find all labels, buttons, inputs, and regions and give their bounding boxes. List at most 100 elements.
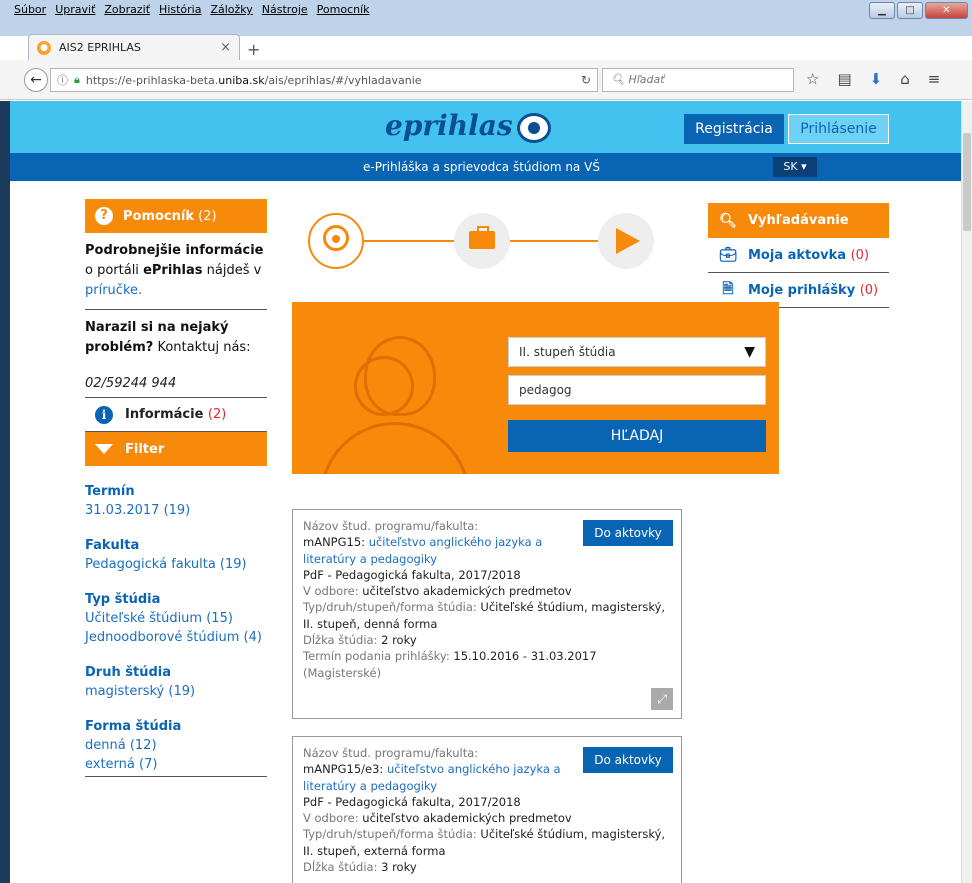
url-bar[interactable]: ⓘ 🔒︎ https://e-prihlaska-beta.uniba.sk/a…	[50, 68, 598, 92]
menu-item-zobrazit[interactable]: Zobraziť	[104, 3, 150, 16]
step-connector	[364, 240, 454, 242]
info-icon[interactable]: ⓘ	[57, 72, 68, 88]
window-titlebar: Súbor Upraviť Zobraziť História Záložky …	[0, 0, 972, 36]
language-selector[interactable]: SK ▾	[773, 157, 817, 177]
program-link-cont[interactable]: literatúry a pedagogiky	[303, 552, 437, 566]
scrollbar-thumb[interactable]	[963, 133, 971, 231]
close-window-button[interactable]: ✕	[925, 2, 968, 19]
filter-group-termin: Termín 31.03.2017 (19)	[85, 482, 267, 520]
step-bag[interactable]	[454, 213, 510, 269]
menu-item-subor[interactable]: Súbor	[14, 3, 46, 16]
download-icon[interactable]: ⬇	[870, 70, 883, 88]
deadline-note: (Magisterské)	[303, 665, 382, 680]
home-icon[interactable]: ⌂	[900, 70, 910, 88]
field-row: V odbore: učiteľstvo akademických predme…	[303, 584, 572, 599]
reading-list-icon[interactable]: ▤	[837, 70, 851, 88]
menu-item-nastroje[interactable]: Nástroje	[262, 3, 308, 16]
login-button[interactable]: Prihlásenie	[788, 114, 889, 144]
filter-option[interactable]: Jednoodborové štúdium (4)	[85, 628, 267, 647]
helper-bar[interactable]: ? Pomocník (2)	[85, 199, 267, 233]
lock-icon: 🔒︎	[74, 73, 80, 86]
progress-steps	[308, 213, 658, 269]
toolbar-icons: ☆ ▤ ⬇ ⌂ ≡	[806, 70, 940, 88]
filter-option[interactable]: Pedagogická fakulta (19)	[85, 555, 267, 574]
briefcase-icon	[469, 226, 495, 249]
informacie-row[interactable]: i Informácie (2)	[85, 398, 267, 432]
tab-favicon-icon: ●	[37, 40, 51, 55]
faculty: PdF - Pedagogická fakulta, 2017/2018	[303, 794, 521, 809]
new-tab-icon[interactable]: +	[247, 40, 260, 59]
expand-icon[interactable]: ⤢	[651, 688, 673, 710]
site-subheader: e-Prihláška a sprievodca štúdiom na VŠ S…	[0, 153, 961, 181]
filter-bar[interactable]: Filter	[85, 432, 267, 466]
study-level-select[interactable]: II. stupeň štúdia ▼	[508, 337, 766, 367]
tab-close-icon[interactable]: ×	[220, 40, 231, 55]
nav-search[interactable]: 🔍︎ Vyhľadávanie	[708, 203, 889, 238]
site-logo[interactable]: eprihlas	[385, 109, 551, 143]
magnifier-eye-icon	[323, 225, 349, 251]
minimize-button[interactable]: ▁	[869, 2, 895, 19]
nav-my-bag[interactable]: 💼︎ Moja aktovka (0)	[708, 238, 889, 273]
add-to-bag-button[interactable]: Do aktovky	[583, 520, 673, 546]
search-query-input[interactable]: pedagog	[508, 375, 766, 405]
length-row: Dĺžka štúdia: 2 roky	[303, 633, 417, 648]
nav-apps-label: Moje prihlášky	[748, 282, 856, 298]
right-nav: 🔍︎ Vyhľadávanie 💼︎ Moja aktovka (0) 🗎 Mo…	[708, 203, 889, 308]
search-icon: 🔍︎	[719, 212, 737, 229]
manual-link[interactable]: príručke.	[85, 283, 142, 298]
menu-item-historia[interactable]: História	[159, 3, 201, 16]
filter-option[interactable]: magisterský (19)	[85, 682, 267, 701]
problem-text: Narazil si na nejaký problém? Kontaktuj …	[85, 320, 251, 355]
nav-bag-label: Moja aktovka	[748, 247, 847, 263]
filter-option[interactable]: externá (7)	[85, 755, 267, 774]
filter-title: Fakulta	[85, 538, 140, 553]
faculty: PdF - Pedagogická fakulta, 2017/2018	[303, 567, 521, 582]
filter-label: Filter	[125, 441, 165, 457]
result-card: Do aktovky Názov štud. programu/fakulta:…	[292, 736, 682, 883]
briefcase-icon: 💼︎	[719, 247, 737, 263]
back-arrow-icon[interactable]: ←	[24, 68, 48, 92]
hamburger-menu-icon[interactable]: ≡	[928, 70, 941, 88]
search-panel: II. stupeň štúdia ▼ pedagog HĽADAJ	[292, 302, 779, 474]
sidebar: ? Pomocník (2) Podrobnejšie informácie o…	[85, 199, 267, 777]
window-left-edge	[0, 101, 10, 883]
add-to-bag-button[interactable]: Do aktovky	[583, 747, 673, 773]
result-card: Do aktovky Názov štud. programu/fakulta:…	[292, 509, 682, 719]
vertical-scrollbar[interactable]	[961, 101, 972, 883]
filter-group-typ: Typ štúdia Učiteľské štúdium (15) Jednoo…	[85, 590, 267, 647]
site-header: eprihlas Registrácia Prihlásenie	[0, 101, 961, 153]
browser-tab[interactable]: ● AIS2 EPRIHLAS ×	[28, 34, 240, 60]
filter-title: Termín	[85, 484, 135, 499]
bookmark-star-icon[interactable]: ☆	[806, 70, 819, 88]
program-link[interactable]: učiteľstvo anglického jazyka a	[369, 535, 543, 549]
step-search[interactable]	[308, 213, 364, 269]
menu-item-upravit[interactable]: Upraviť	[55, 3, 95, 16]
browser-search-input[interactable]: 🔍︎ Hľadať	[602, 68, 794, 92]
step-send[interactable]	[598, 213, 654, 269]
deadline-row: Termín podania prihlášky: 15.10.2016 - 3…	[303, 649, 597, 664]
filter-group-fakulta: Fakulta Pedagogická fakulta (19)	[85, 536, 267, 574]
site-subtitle: e-Prihláška a sprievodca štúdiom na VŠ	[363, 160, 600, 174]
search-button[interactable]: HĽADAJ	[508, 420, 766, 452]
logo-eye-icon	[516, 112, 551, 143]
type-row: Typ/druh/stupeň/forma štúdia: Učiteľské …	[303, 600, 666, 615]
question-icon: ?	[95, 207, 113, 225]
type-row-cont: II. stupeň, externá forma	[303, 843, 446, 858]
register-button[interactable]: Registrácia	[684, 114, 784, 144]
filter-option[interactable]: denná (12)	[85, 736, 267, 755]
funnel-icon	[95, 444, 113, 454]
program-link-cont[interactable]: literatúry a pedagogiky	[303, 779, 437, 793]
phone-number: 02/59244 944	[85, 376, 177, 391]
person-silhouette-icon	[320, 422, 470, 474]
filter-group-forma: Forma štúdia denná (12) externá (7)	[85, 717, 267, 774]
reload-icon[interactable]: ↻	[581, 73, 591, 87]
magnifier-glass-shape	[354, 356, 414, 416]
filter-title: Druh štúdia	[85, 665, 171, 680]
menu-item-pomocnik[interactable]: Pomocník	[317, 3, 370, 16]
nav-bag-count: (0)	[850, 247, 870, 263]
filter-option[interactable]: 31.03.2017 (19)	[85, 501, 267, 520]
maximize-button[interactable]: □	[897, 2, 923, 19]
program-link[interactable]: učiteľstvo anglického jazyka a	[387, 762, 561, 776]
filter-option[interactable]: Učiteľské štúdium (15)	[85, 609, 267, 628]
menu-item-zalozky[interactable]: Záložky	[210, 3, 252, 16]
